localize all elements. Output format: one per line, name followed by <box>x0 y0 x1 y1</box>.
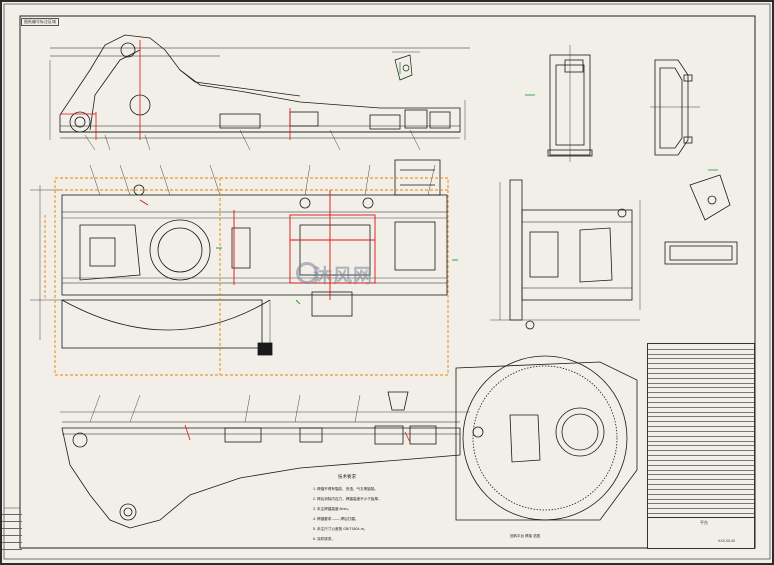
plan-view <box>30 159 448 356</box>
detail-view-d <box>664 174 738 265</box>
drawing-name: 平台 <box>700 520 708 525</box>
title-block: 平台 XXX-00-00 <box>647 517 755 549</box>
note-line: 5. 未注尺寸公差按 GB/T1804-m。 <box>313 527 368 531</box>
revision-row <box>2 536 22 543</box>
section-view-c <box>650 59 700 156</box>
section-view-b <box>547 45 593 162</box>
revision-block <box>2 508 22 550</box>
drawing-sheet: 回转平台 焊接 总图 图纸编号标注区域 沐风网 技术要求 1. 焊缝不得有裂纹、… <box>0 0 774 565</box>
revision-row <box>2 508 22 515</box>
section-caption: 回转平台 焊接 总图 <box>510 533 540 538</box>
revision-row <box>2 522 22 529</box>
base-plan-view <box>455 355 638 521</box>
end-view <box>490 179 641 330</box>
note-line: 2. 焊后消除内应力，焊缝高度不小于板厚。 <box>313 497 382 501</box>
note-line: 6. 涂防锈漆。 <box>313 537 335 541</box>
corner-label: 图纸编号标注区域 <box>21 18 59 26</box>
top-side-view <box>49 34 470 151</box>
detail-view-a <box>392 51 420 81</box>
notes-title: 技术要求 <box>338 474 356 479</box>
note-line: 1. 焊缝不得有裂纹、夹渣、气孔等缺陷。 <box>313 487 379 491</box>
watermark-text: 沐风网 <box>313 265 374 287</box>
note-line: 3. 未注焊缝高度 6mm。 <box>313 507 352 511</box>
revision-row <box>2 543 22 550</box>
revision-row <box>2 529 22 536</box>
bottom-side-view <box>60 391 470 529</box>
revision-row <box>2 515 22 522</box>
drawing-code: XXX-00-00 <box>718 539 736 543</box>
bill-of-materials <box>647 343 755 519</box>
note-line: 4. 焊缝要求 —— 焊后打磨。 <box>313 517 359 521</box>
